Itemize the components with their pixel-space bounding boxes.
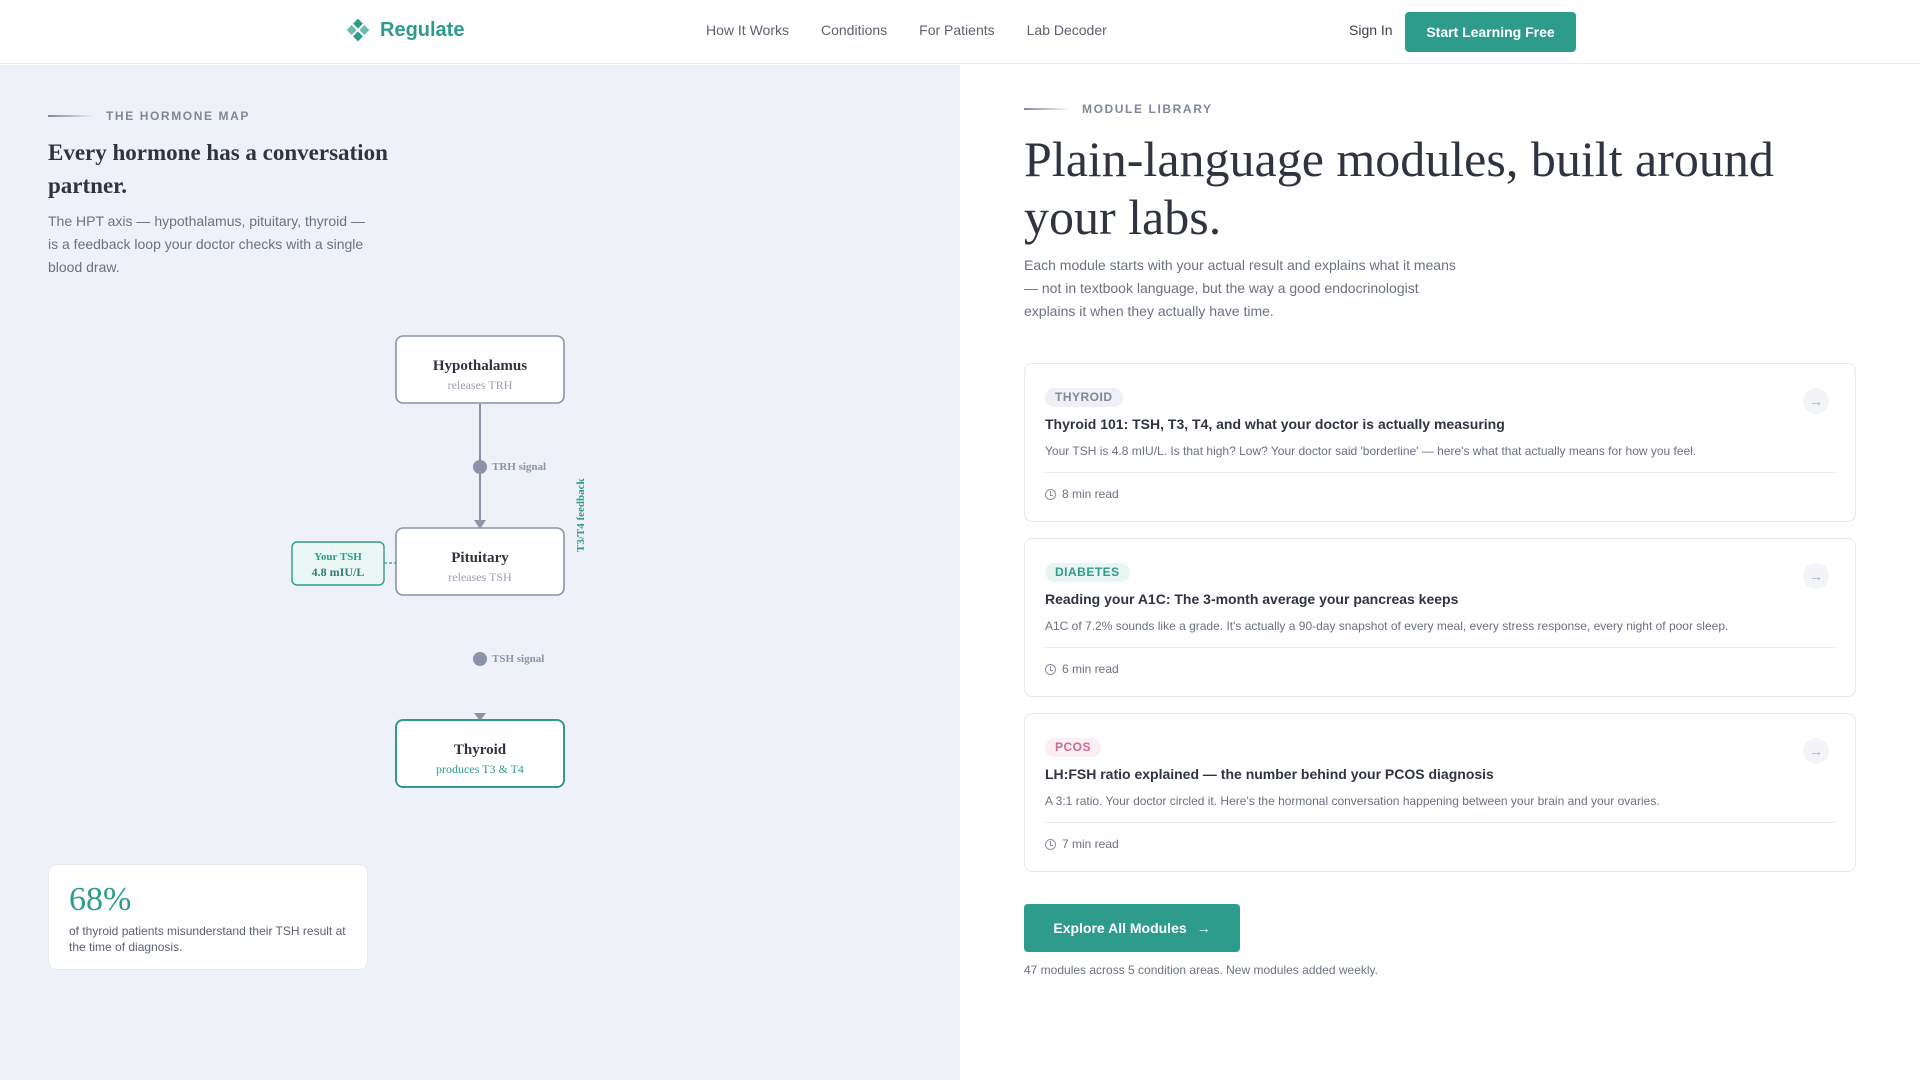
read-time-text: 6 min read <box>1062 662 1119 676</box>
nav-link-lab-decoder[interactable]: Lab Decoder <box>1027 22 1107 38</box>
card-divider <box>1045 647 1835 648</box>
library-body: Each module starts with your actual resu… <box>1024 257 1456 319</box>
read-time-text: 8 min read <box>1062 487 1119 501</box>
library-eyebrow-text: MODULE LIBRARY <box>1082 102 1213 116</box>
tsh-signal-dot <box>473 652 487 666</box>
tag-thyroid: THYROID <box>1045 388 1123 407</box>
tsh-callout-value: 4.8 mIU/L <box>312 565 365 579</box>
arrow-right-icon[interactable]: → <box>1803 738 1829 764</box>
read-time: 7 min read <box>1045 837 1119 851</box>
tsh-signal-label: TSH signal <box>492 653 544 665</box>
card-divider <box>1045 822 1835 823</box>
start-learning-button[interactable]: Start Learning Free <box>1405 12 1576 52</box>
module-title: Thyroid 101: TSH, T3, T4, and what your … <box>1045 416 1505 432</box>
pituitary-label: Pituitary <box>451 550 509 566</box>
thyroid-sub: produces T3 & T4 <box>436 762 524 776</box>
tag-diabetes: DIABETES <box>1045 563 1130 582</box>
tag-pcos: PCOS <box>1045 738 1102 757</box>
clock-icon <box>1045 488 1056 500</box>
trh-signal-label: TRH signal <box>492 461 546 473</box>
read-time: 8 min read <box>1045 487 1119 501</box>
read-time-text: 7 min read <box>1062 837 1119 851</box>
arrow-right-icon: → <box>1196 920 1211 936</box>
clock-icon <box>1045 663 1056 675</box>
arrow-right-icon[interactable]: → <box>1803 563 1829 589</box>
stat-card: 68% of thyroid patients misunderstand th… <box>48 864 368 970</box>
library-eyebrow: MODULE LIBRARY <box>1024 102 1213 116</box>
module-card-pcos[interactable]: PCOS LH:FSH ratio explained — the number… <box>1024 713 1856 872</box>
module-title: LH:FSH ratio explained — the number behi… <box>1045 766 1494 782</box>
tsh-callout-label: Your TSH <box>314 551 362 563</box>
explore-modules-button[interactable]: Explore All Modules → <box>1024 904 1240 952</box>
eyebrow-line <box>1024 108 1070 110</box>
module-card-diabetes[interactable]: DIABETES Reading your A1C: The 3-month a… <box>1024 538 1856 697</box>
arrow-right-icon[interactable]: → <box>1803 388 1829 414</box>
modules-note: 47 modules across 5 condition areas. New… <box>1024 963 1378 977</box>
module-desc: Your TSH is 4.8 mIU/L. Is that high? Low… <box>1045 444 1697 458</box>
stat-value: 68% <box>69 881 132 918</box>
module-title: Reading your A1C: The 3-month average yo… <box>1045 591 1459 607</box>
library-title: Plain-language modules, built around you… <box>1024 131 1774 245</box>
hypothalamus-sub: releases TRH <box>448 378 513 392</box>
feedback-label: T3/T4 feedback <box>575 477 587 552</box>
trh-signal-dot <box>473 460 487 474</box>
stat-text: of thyroid patients misunderstand their … <box>69 924 346 954</box>
read-time: 6 min read <box>1045 662 1119 676</box>
module-card-thyroid[interactable]: THYROID Thyroid 101: TSH, T3, T4, and wh… <box>1024 363 1856 522</box>
explore-modules-label: Explore All Modules <box>1053 920 1187 936</box>
clock-icon <box>1045 838 1056 850</box>
sign-in-link[interactable]: Sign In <box>1349 22 1393 38</box>
thyroid-label: Thyroid <box>454 742 507 758</box>
hypothalamus-label: Hypothalamus <box>433 358 527 374</box>
card-divider <box>1045 472 1835 473</box>
module-desc: A 3:1 ratio. Your doctor circled it. Her… <box>1045 794 1660 808</box>
module-desc: A1C of 7.2% sounds like a grade. It's ac… <box>1045 619 1729 633</box>
pituitary-sub: releases TSH <box>448 570 512 584</box>
